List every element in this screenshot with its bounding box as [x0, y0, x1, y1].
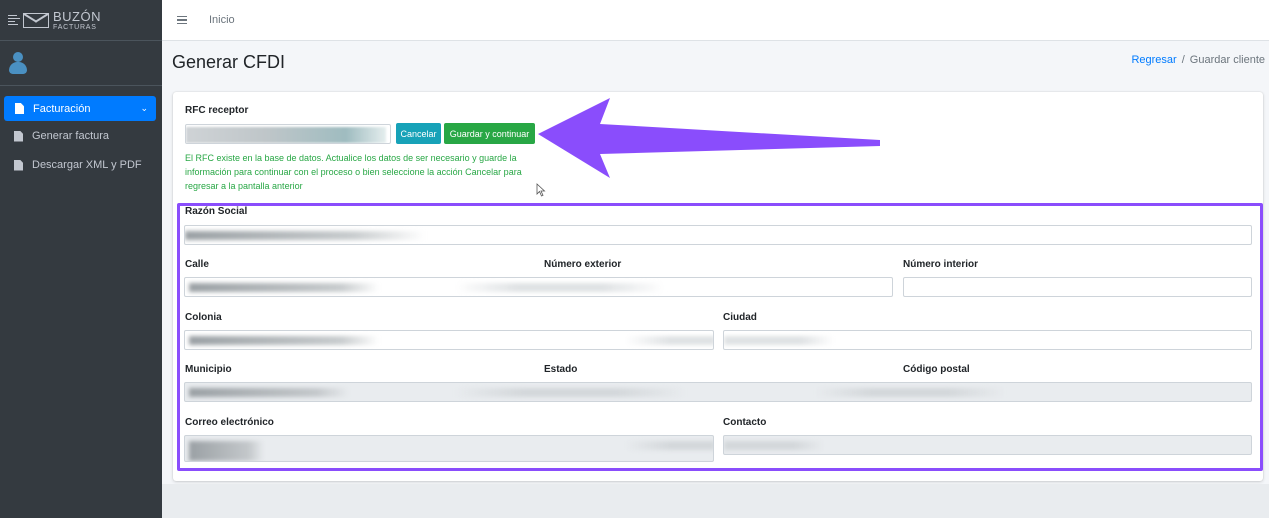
speed-lines-icon [8, 15, 20, 25]
contacto-label: Contacto [723, 417, 767, 428]
numero-exterior-label: Número exterior [544, 259, 622, 270]
brand-name-bottom: FACTURAS [53, 23, 97, 31]
rfc-label: RFC receptor [185, 105, 249, 116]
breadcrumb: Regresar / Guardar cliente [1131, 54, 1265, 66]
sidebar-item-label: Generar factura [32, 130, 110, 142]
rfc-help-text: El RFC existe en la base de datos. Actua… [185, 153, 522, 191]
ciudad-input[interactable] [723, 330, 1252, 350]
colonia-label: Colonia [185, 312, 222, 323]
municipio-estado-cp-input[interactable] [184, 382, 1252, 402]
razon-social-label: Razón Social [185, 206, 248, 217]
rfc-input[interactable] [185, 124, 391, 144]
sidebar-item-label: Descargar XML y PDF [32, 159, 142, 171]
breadcrumb-current: Guardar cliente [1189, 54, 1265, 66]
brand-name: BUZÓN FACTURAS [53, 10, 101, 31]
ciudad-label: Ciudad [723, 312, 757, 323]
footer-area [162, 484, 1269, 518]
sidebar-item-label: Facturación [33, 102, 91, 115]
file-icon [15, 103, 24, 114]
user-panel [0, 41, 162, 86]
annotation-arrow-icon [538, 98, 880, 178]
home-link[interactable]: Inicio [209, 14, 235, 26]
codigo-postal-label: Código postal [903, 364, 970, 375]
top-navbar: Inicio [162, 0, 1269, 41]
save-continue-button[interactable]: Guardar y continuar [444, 123, 535, 144]
sidebar: BUZÓN FACTURAS Facturación ⌄ Generar fac… [0, 0, 162, 518]
user-avatar-icon[interactable] [9, 52, 27, 74]
razon-social-input[interactable] [184, 225, 1252, 245]
brand-logo[interactable]: BUZÓN FACTURAS [0, 0, 162, 41]
breadcrumb-separator: / [1181, 54, 1185, 66]
numero-interior-label: Número interior [903, 259, 979, 270]
invoice-file-icon [14, 130, 23, 142]
sidebar-item-facturacion[interactable]: Facturación ⌄ [4, 96, 156, 121]
calle-label: Calle [185, 259, 209, 270]
brand-name-top: BUZÓN [53, 8, 101, 24]
sidebar-nav: Facturación ⌄ Generar factura Descargar … [0, 86, 162, 179]
cancel-button[interactable]: Cancelar [396, 123, 441, 144]
sidebar-item-generar-factura[interactable]: Generar factura [0, 122, 162, 150]
download-file-icon [14, 159, 23, 171]
correo-label: Correo electrónico [185, 417, 274, 428]
mouse-cursor-icon [536, 183, 546, 197]
municipio-label: Municipio [185, 364, 232, 375]
back-link[interactable]: Regresar [1131, 54, 1176, 66]
correo-input[interactable] [184, 435, 714, 462]
menu-toggle-icon[interactable] [177, 15, 187, 25]
sidebar-item-descargar[interactable]: Descargar XML y PDF [0, 151, 162, 179]
chevron-down-icon: ⌄ [140, 103, 148, 113]
envelope-icon [23, 12, 49, 28]
numero-interior-input[interactable] [903, 277, 1252, 297]
estado-label: Estado [544, 364, 578, 375]
calle-input[interactable] [184, 277, 893, 297]
contacto-input[interactable] [723, 435, 1252, 455]
colonia-input[interactable] [184, 330, 714, 350]
page-title: Generar CFDI [172, 52, 286, 72]
